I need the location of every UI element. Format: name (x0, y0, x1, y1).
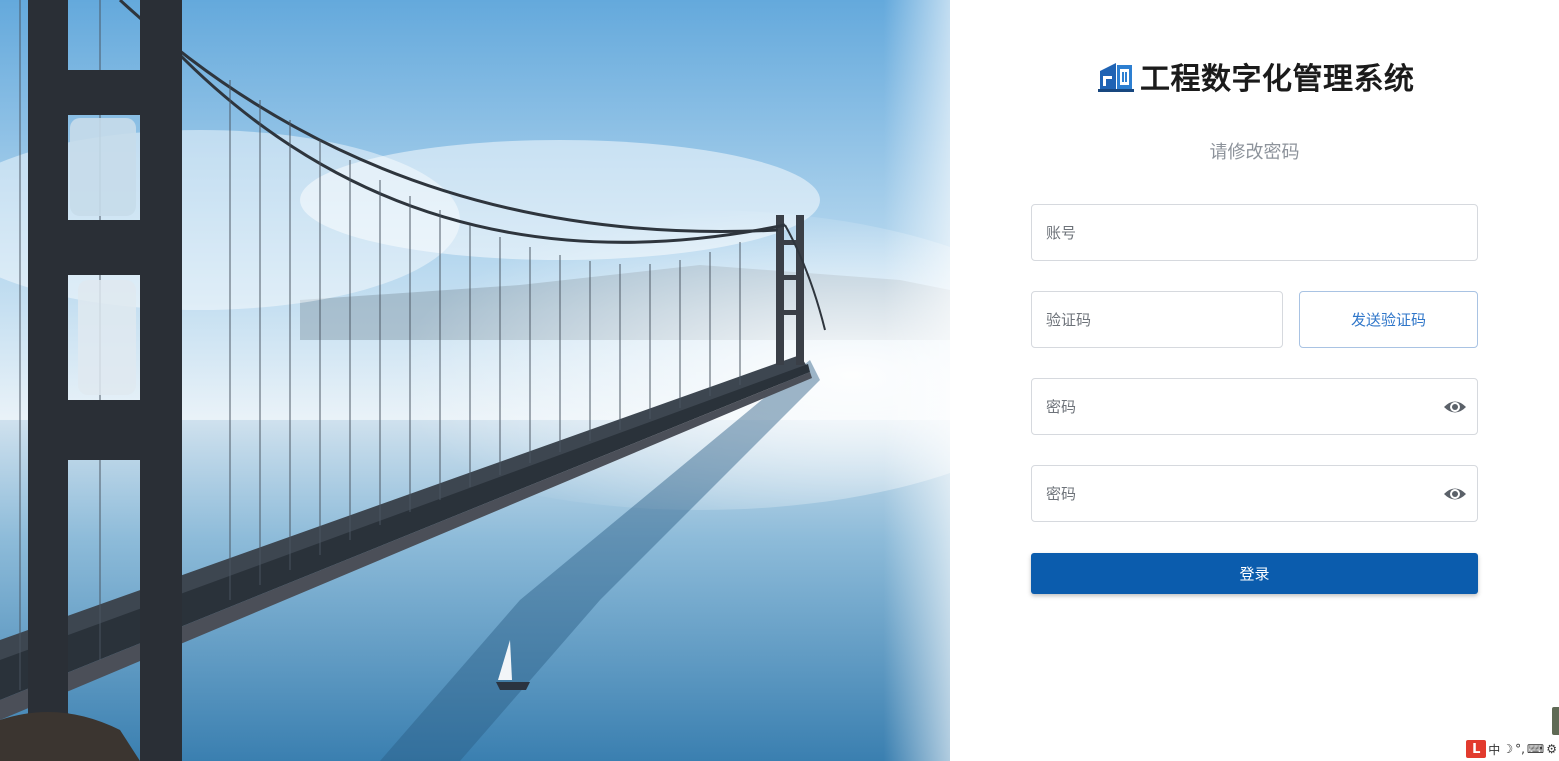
eye-icon[interactable] (1443, 483, 1467, 505)
settings-icon[interactable]: ⚙ (1546, 742, 1557, 756)
punctuation-icon[interactable]: °, (1515, 742, 1525, 756)
eye-icon[interactable] (1443, 396, 1467, 418)
verification-code-field (1031, 291, 1283, 348)
hero-image-golden-gate-bridge (0, 0, 950, 761)
keyboard-icon[interactable]: ⌨ (1527, 742, 1544, 756)
submit-button[interactable]: 登录 (1031, 553, 1478, 594)
confirm-password-field (1031, 465, 1478, 522)
password-field (1031, 378, 1478, 435)
moon-icon[interactable]: ☽ (1502, 742, 1513, 756)
account-field (1031, 204, 1478, 261)
company-logo-icon (1098, 63, 1134, 92)
account-input[interactable] (1032, 205, 1477, 260)
form-subtitle: 请修改密码 (1209, 142, 1300, 163)
password-reset-panel: 工程数字化管理系统 请修改密码 发送验证码 登录 L 中 ☽ °, ⌨ ⚙ (950, 0, 1559, 761)
confirm-password-input[interactable] (1032, 466, 1477, 521)
ime-toolbar-handle[interactable] (1552, 707, 1559, 735)
ime-language-toggle[interactable]: 中 (1488, 741, 1500, 758)
verification-code-input[interactable] (1032, 292, 1282, 347)
app-title: 工程数字化管理系统 (1140, 62, 1415, 97)
send-code-button[interactable]: 发送验证码 (1299, 291, 1478, 348)
brand-header: 工程数字化管理系统 (1098, 54, 1415, 98)
password-input[interactable] (1032, 379, 1477, 434)
ime-logo-icon[interactable]: L (1466, 740, 1487, 758)
ime-toolbar: L 中 ☽ °, ⌨ ⚙ (1466, 739, 1557, 759)
